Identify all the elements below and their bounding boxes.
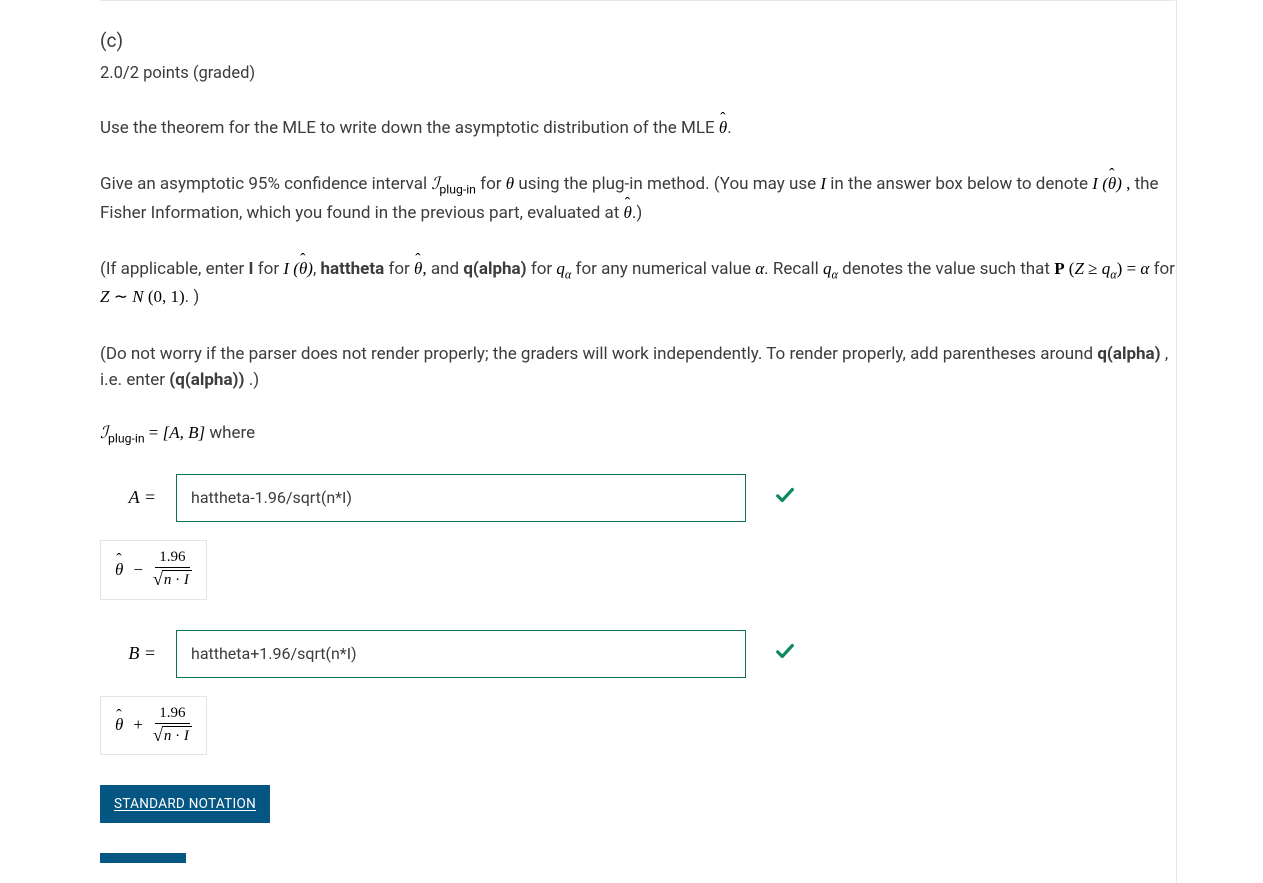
answer-row-A: A = [100, 474, 1175, 522]
plugin-sub: plug-in [439, 183, 476, 197]
part-label: (c) [100, 29, 1175, 52]
interval-definition-line: ℐplug-in = [A, B] where [100, 423, 1175, 445]
sqrt: √ n · I [153, 726, 192, 747]
fraction: 1.96 √ n · I [153, 705, 192, 747]
check-icon [774, 484, 796, 511]
literal-hattheta: hattheta [321, 259, 385, 279]
text: Use the theorem for the MLE to write dow… [100, 118, 719, 138]
theta-hat: θ [115, 560, 123, 580]
label-B: B = [100, 643, 156, 664]
P-sym: P [1054, 259, 1064, 278]
standard-notation-button[interactable]: STANDARD NOTATION [100, 785, 270, 823]
plus-op: + [133, 715, 143, 735]
literal-qalpha: q(alpha) [463, 259, 526, 279]
fraction-den: √ n · I [153, 568, 192, 591]
q-alpha-3: qα [1102, 259, 1117, 278]
text: .) [249, 370, 259, 390]
I-of-thetahat-2: I (θ) [283, 259, 313, 278]
text: in the answer box below to denote [830, 174, 1092, 194]
fraction-num: 1.96 [155, 549, 189, 568]
text: . Recall [764, 259, 823, 279]
answer-row-B: B = [100, 630, 1175, 678]
comma: , [1126, 174, 1130, 193]
text: , [313, 259, 321, 279]
text: for [388, 259, 414, 279]
where-text: where [209, 423, 255, 443]
text: (If applicable, enter [100, 259, 249, 279]
answer-input-B[interactable] [176, 630, 746, 678]
q-alpha-2: qα [823, 259, 838, 278]
text: using the plug-in method. (You may use [518, 174, 820, 194]
text: for [258, 259, 284, 279]
Z-dist: Z ∼ N (0, 1) [100, 287, 185, 306]
literal-I: I [249, 259, 254, 279]
i-plugin-2: ℐplug-in [100, 423, 145, 442]
I-of-thetahat: I (θ) [1092, 174, 1122, 193]
theta-hat: θ [414, 256, 422, 282]
text: for [531, 259, 557, 279]
text: Give an asymptotic 95% confidence interv… [100, 174, 431, 194]
i-plugin: ℐplug-in [431, 174, 476, 193]
standard-notation-row: STANDARD NOTATION [100, 785, 1175, 823]
fraction: 1.96 √ n · I [153, 549, 192, 591]
Z-sym: Z [1074, 259, 1083, 278]
literal-qalpha-2: q(alpha) [1097, 344, 1160, 364]
radicand: n · I [162, 726, 192, 747]
alpha: α [755, 259, 764, 278]
answer-input-A[interactable] [176, 474, 746, 522]
eq: = [149, 423, 163, 442]
fraction-den: √ n · I [153, 724, 192, 747]
text: .) [632, 203, 642, 223]
q-alpha: qα [556, 259, 571, 278]
alpha-2: α [1140, 259, 1149, 278]
page-root: (c) 2.0/2 points (graded) Use the theore… [0, 0, 1263, 883]
text: and [431, 259, 463, 279]
text: for [1154, 259, 1175, 279]
formula-rendered-B: θ + 1.96 √ n · I [100, 696, 207, 756]
label-A: A = [100, 487, 156, 508]
points-line: 2.0/2 points (graded) [100, 64, 1175, 83]
content-area: (c) 2.0/2 points (graded) Use the theore… [100, 0, 1175, 863]
text: for any numerical value [576, 259, 756, 279]
top-rule [100, 0, 1175, 1]
instruction-para-3: (If applicable, enter I for I (θ), hatth… [100, 256, 1175, 311]
bottom-stub-bar [100, 853, 186, 863]
formula-rendered-A: θ − 1.96 √ n · I [100, 540, 207, 600]
minus-op: − [133, 560, 143, 580]
close-paren: ) = [1117, 259, 1141, 278]
literal-qalpha-paren: (q(alpha)) [169, 370, 244, 390]
text: denotes the value such that [842, 259, 1054, 279]
theta-hat: θ [115, 715, 123, 735]
instruction-para-4: (Do not worry if the parser does not ren… [100, 341, 1175, 394]
right-rail-divider [1176, 0, 1177, 883]
interval-AB: [A, B] [163, 423, 206, 442]
geq: ≥ [1088, 259, 1102, 278]
instruction-para-1: Use the theorem for the MLE to write dow… [100, 115, 1175, 141]
radicand: n · I [162, 570, 192, 591]
text: (Do not worry if the parser does not ren… [100, 344, 1097, 364]
instruction-para-2: Give an asymptotic 95% confidence interv… [100, 171, 1175, 226]
comma: , [422, 259, 426, 278]
theta-hat: θ [719, 115, 727, 141]
theta: θ [506, 174, 514, 193]
theta-hat: θ [624, 200, 632, 226]
check-icon [774, 640, 796, 667]
fraction-num: 1.96 [155, 705, 189, 724]
text: . ) [185, 287, 200, 307]
text: . [727, 118, 731, 138]
text: for [480, 174, 506, 194]
sqrt: √ n · I [153, 570, 192, 591]
I-sym: I [820, 174, 826, 193]
